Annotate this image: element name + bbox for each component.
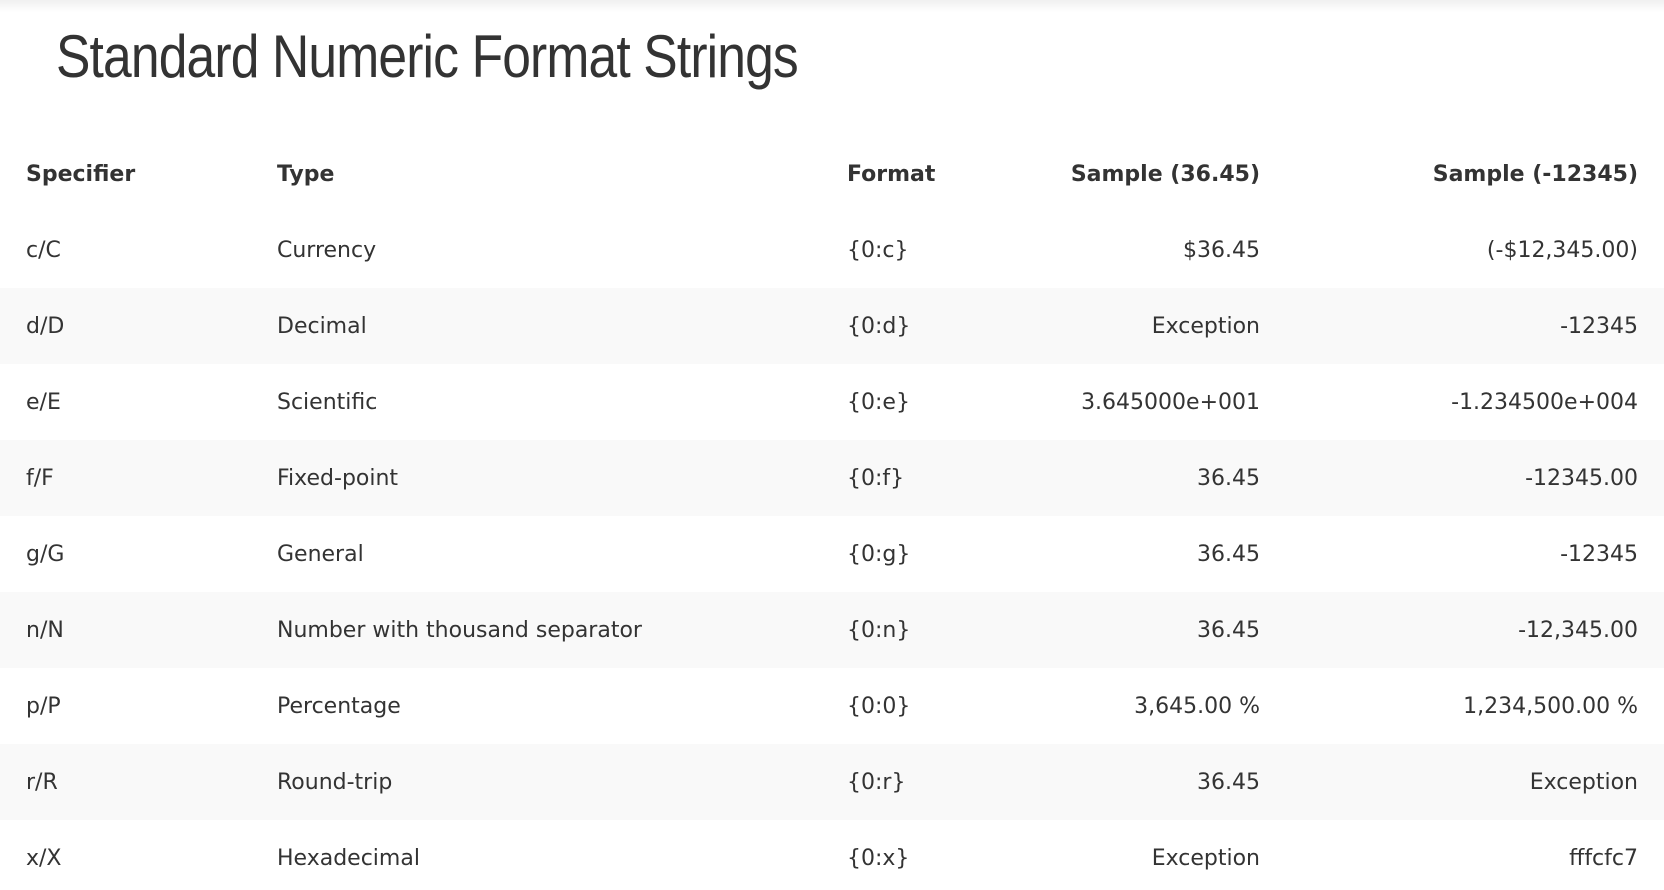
cell-specifier: d/D bbox=[26, 313, 65, 339]
cell-format: {0:e} bbox=[847, 389, 910, 415]
header-sample-positive: Sample (36.45) bbox=[1070, 161, 1260, 187]
cell-format: {0:f} bbox=[847, 465, 905, 491]
cell-type: General bbox=[277, 541, 364, 567]
cell-sample-positive: Exception bbox=[1151, 313, 1260, 339]
cell-sample-positive: 3,645.00 % bbox=[1134, 693, 1260, 719]
table-row: x/X Hexadecimal {0:x} Exception fffcfc7 bbox=[0, 820, 1664, 890]
cell-sample-negative: -12345 bbox=[1560, 541, 1638, 567]
cell-type: Scientific bbox=[277, 389, 378, 415]
cell-specifier: e/E bbox=[26, 389, 61, 415]
header-type: Type bbox=[277, 161, 335, 187]
cell-type: Currency bbox=[277, 237, 377, 263]
cell-specifier: c/C bbox=[26, 237, 61, 263]
cell-format: {0:d} bbox=[847, 313, 911, 339]
table-header: Specifier Type Format Sample (36.45) Sam… bbox=[0, 136, 1664, 212]
table-row: r/R Round-trip {0:r} 36.45 Exception bbox=[0, 744, 1664, 820]
cell-specifier: p/P bbox=[26, 693, 61, 719]
cell-format: {0:r} bbox=[847, 769, 906, 795]
cell-format: {0:n} bbox=[847, 617, 911, 643]
cell-type: Percentage bbox=[277, 693, 401, 719]
header-format: Format bbox=[847, 161, 936, 187]
cell-sample-negative: -12345.00 bbox=[1525, 465, 1638, 491]
cell-specifier: f/F bbox=[26, 465, 54, 491]
cell-sample-negative: Exception bbox=[1529, 769, 1638, 795]
cell-sample-positive: Exception bbox=[1151, 845, 1260, 871]
table-row: g/G General {0:g} 36.45 -12345 bbox=[0, 516, 1664, 592]
cell-specifier: n/N bbox=[26, 617, 64, 643]
page-title: Standard Numeric Format Strings bbox=[56, 23, 799, 90]
cell-sample-positive: 36.45 bbox=[1197, 617, 1260, 643]
cell-type: Round-trip bbox=[277, 769, 393, 795]
cell-type: Number with thousand separator bbox=[277, 617, 642, 643]
header-specifier: Specifier bbox=[26, 161, 136, 187]
table-body: c/C Currency {0:c} $36.45 (-$12,345.00) … bbox=[0, 212, 1664, 890]
cell-sample-negative: 1,234,500.00 % bbox=[1463, 693, 1638, 719]
cell-sample-negative: -1.234500e+004 bbox=[1451, 389, 1638, 415]
table-row: p/P Percentage {0:0} 3,645.00 % 1,234,50… bbox=[0, 668, 1664, 744]
cell-sample-positive: 36.45 bbox=[1197, 541, 1260, 567]
cell-specifier: g/G bbox=[26, 541, 65, 567]
cell-sample-negative: fffcfc7 bbox=[1569, 845, 1638, 871]
cell-format: {0:c} bbox=[847, 237, 909, 263]
cell-specifier: r/R bbox=[26, 769, 58, 795]
cell-sample-negative: (-$12,345.00) bbox=[1486, 237, 1638, 263]
cell-sample-positive: $36.45 bbox=[1183, 237, 1260, 263]
cell-sample-negative: -12345 bbox=[1560, 313, 1638, 339]
cell-format: {0:g} bbox=[847, 541, 911, 567]
cell-type: Fixed-point bbox=[277, 465, 399, 491]
cell-type: Hexadecimal bbox=[277, 845, 420, 871]
top-shadow bbox=[0, 0, 1664, 12]
cell-format: {0:0} bbox=[847, 693, 911, 719]
header-sample-negative: Sample (-12345) bbox=[1432, 161, 1638, 187]
cell-sample-negative: -12,345.00 bbox=[1518, 617, 1638, 643]
cell-sample-positive: 3.645000e+001 bbox=[1081, 389, 1260, 415]
format-strings-table: Specifier Type Format Sample (36.45) Sam… bbox=[0, 136, 1664, 890]
cell-sample-positive: 36.45 bbox=[1197, 769, 1260, 795]
table-row: c/C Currency {0:c} $36.45 (-$12,345.00) bbox=[0, 212, 1664, 288]
table-row: d/D Decimal {0:d} Exception -12345 bbox=[0, 288, 1664, 364]
header-row: Specifier Type Format Sample (36.45) Sam… bbox=[0, 136, 1664, 212]
cell-specifier: x/X bbox=[26, 845, 62, 871]
table-row: n/N Number with thousand separator {0:n}… bbox=[0, 592, 1664, 668]
cell-sample-positive: 36.45 bbox=[1197, 465, 1260, 491]
table-row: e/E Scientific {0:e} 3.645000e+001 -1.23… bbox=[0, 364, 1664, 440]
table-row: f/F Fixed-point {0:f} 36.45 -12345.00 bbox=[0, 440, 1664, 516]
cell-type: Decimal bbox=[277, 313, 367, 339]
cell-format: {0:x} bbox=[847, 845, 910, 871]
